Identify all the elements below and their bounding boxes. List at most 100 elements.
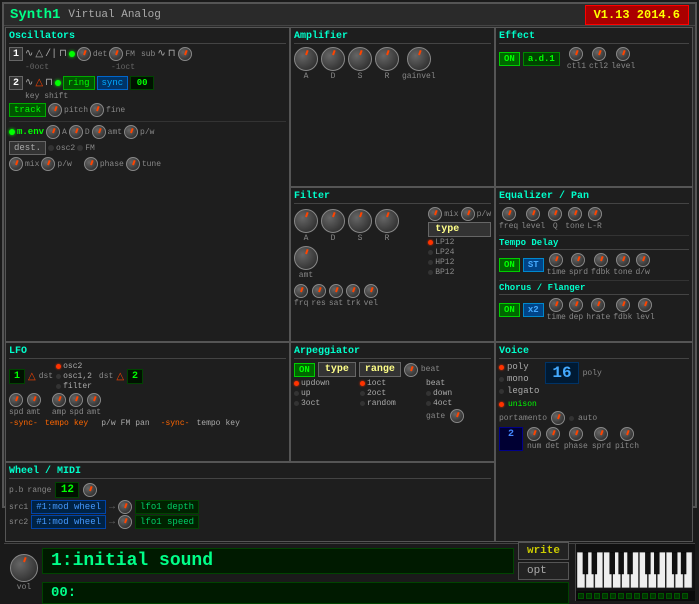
chorus-x2-btn[interactable]: x2	[523, 303, 544, 317]
tempo-dw-knob[interactable]	[636, 253, 650, 267]
tempo-tone-knob[interactable]	[616, 253, 630, 267]
piano-keys-svg[interactable]	[577, 552, 694, 590]
chorus-on-btn[interactable]: ON	[499, 303, 520, 317]
chorus-levl-knob[interactable]	[638, 298, 652, 312]
arp-range-btn[interactable]: range	[359, 362, 401, 377]
arp-random-opt[interactable]: random	[360, 399, 425, 408]
menv-a-knob[interactable]	[46, 125, 60, 139]
lfo2-amp-knob[interactable]	[52, 393, 66, 407]
opt-btn[interactable]: opt	[518, 562, 569, 580]
piano-keys-row[interactable]	[576, 544, 695, 591]
osc1-sub-wave-icon[interactable]: ∿	[157, 48, 165, 60]
patch-src1[interactable]: #1:mod wheel	[31, 500, 106, 514]
dest-btn[interactable]: dest.	[9, 141, 46, 155]
eq-tone-knob[interactable]	[568, 207, 582, 221]
eq-freq-knob[interactable]	[502, 207, 516, 221]
amp-d-knob[interactable]	[321, 47, 345, 71]
arp-beat-knob[interactable]	[404, 363, 418, 377]
arp-on-btn[interactable]: ON	[294, 363, 315, 377]
filter-lp24-item[interactable]: LP24	[428, 248, 491, 257]
arp-down-opt[interactable]: down	[426, 389, 491, 398]
arp-type-btn[interactable]: type	[318, 362, 356, 377]
lfo1-dst-osc12[interactable]: osc1,2	[56, 372, 92, 381]
menv-d-knob[interactable]	[69, 125, 83, 139]
tempo-fdbk-knob[interactable]	[594, 253, 608, 267]
osc2-sync-btn[interactable]: sync	[97, 76, 129, 90]
lfo1-dst-osc2[interactable]: osc2	[56, 362, 92, 371]
arp-3oct-opt[interactable]: 3oct	[294, 399, 359, 408]
tune-knob[interactable]	[126, 157, 140, 171]
osc1-sub-knob[interactable]	[178, 47, 192, 61]
eq-q-knob[interactable]	[548, 207, 562, 221]
osc-fine-knob[interactable]	[90, 103, 104, 117]
lfo1-spd-knob[interactable]	[9, 393, 23, 407]
menv-pw-knob[interactable]	[124, 125, 138, 139]
amp-gainvel-knob[interactable]	[407, 47, 431, 71]
tempo-sprd-knob[interactable]	[571, 253, 585, 267]
voice-portamento-knob[interactable]	[551, 411, 565, 425]
voice-mono-item[interactable]: mono	[499, 374, 539, 384]
tempo-on-btn[interactable]: ON	[499, 258, 520, 272]
lfo1-amt-knob[interactable]	[27, 393, 41, 407]
filter-bp12-item[interactable]: BP12	[428, 268, 491, 277]
chorus-dep-knob[interactable]	[569, 298, 583, 312]
amp-r-knob[interactable]	[375, 47, 399, 71]
chorus-time-knob[interactable]	[549, 298, 563, 312]
osc2-wave-sine-icon[interactable]: ∿	[25, 77, 33, 89]
voice-det-knob[interactable]	[546, 427, 560, 441]
eq-level-knob[interactable]	[526, 207, 540, 221]
amp-s-knob[interactable]	[348, 47, 372, 71]
osc1-det-knob[interactable]	[77, 47, 91, 61]
write-btn[interactable]: write	[518, 542, 569, 560]
vol-knob[interactable]	[10, 554, 38, 582]
chorus-fdbk-knob[interactable]	[616, 298, 630, 312]
patch-knob2[interactable]	[118, 515, 132, 529]
effect-ctl2-knob[interactable]	[592, 47, 606, 61]
lfo2-wave-tri-icon[interactable]: △	[116, 371, 124, 383]
voice-pitch-knob[interactable]	[620, 427, 634, 441]
patch-src2[interactable]: #1:mod wheel	[31, 515, 106, 529]
arp-updown-opt[interactable]: updown	[294, 379, 359, 388]
filter-sat-knob[interactable]	[329, 284, 343, 298]
filter-mix-knob[interactable]	[428, 207, 442, 221]
osc1-wave-sine-icon[interactable]: ∿	[25, 48, 33, 60]
tempo-time-knob[interactable]	[549, 253, 563, 267]
filter-s-knob[interactable]	[348, 209, 372, 233]
effect-on-btn[interactable]: ON	[499, 52, 520, 66]
amp-a-knob[interactable]	[294, 47, 318, 71]
osc1-sub-sq-icon[interactable]: ⊓	[168, 48, 176, 60]
osc1-wave-saw-icon[interactable]: /|	[45, 49, 57, 60]
lfo1-wave-tri-icon[interactable]: △	[28, 371, 36, 383]
effect-ctl1-knob[interactable]	[569, 47, 583, 61]
filter-type-btn[interactable]: type	[428, 222, 491, 237]
eq-lr-knob[interactable]	[588, 207, 602, 221]
osc1-wave-tri-icon[interactable]: △	[35, 48, 43, 60]
lfo2-amt-knob[interactable]	[87, 393, 101, 407]
osc-track-btn[interactable]: track	[9, 103, 46, 117]
filter-hp12-item[interactable]: HP12	[428, 258, 491, 267]
patch-dst1[interactable]: lfo1 depth	[135, 500, 199, 514]
osc1-wave-sq-icon[interactable]: ⊓	[59, 48, 67, 60]
arp-up-opt[interactable]: up	[294, 389, 359, 398]
arp-4oct-opt[interactable]: 4oct	[426, 399, 491, 408]
phase-knob[interactable]	[84, 157, 98, 171]
filter-pw-knob[interactable]	[461, 207, 475, 221]
arp-gate-knob[interactable]	[450, 409, 464, 423]
filter-vel-knob[interactable]	[364, 284, 378, 298]
voice-phase-knob[interactable]	[569, 427, 583, 441]
filter-lp12-item[interactable]: LP12	[428, 238, 491, 247]
filter-r-knob[interactable]	[375, 209, 399, 233]
arp-beat-opt[interactable]: beat	[426, 379, 491, 388]
menv-amt-knob[interactable]	[92, 125, 106, 139]
chorus-hrate-knob[interactable]	[591, 298, 605, 312]
patch-dst2[interactable]: lfo1 speed	[135, 515, 199, 529]
filter-trk-knob[interactable]	[346, 284, 360, 298]
osc2-wave-sq-icon[interactable]: ⊓	[45, 77, 53, 89]
effect-ad1-btn[interactable]: a.d.1	[523, 52, 560, 66]
lfo1-dst-filter[interactable]: filter	[56, 382, 92, 391]
osc2-wave-tri-icon[interactable]: △	[35, 77, 43, 89]
patch-knob1[interactable]	[118, 500, 132, 514]
voice-sprd-knob[interactable]	[594, 427, 608, 441]
osc1-fm-knob[interactable]	[109, 47, 123, 61]
arp-2oct-opt[interactable]: 2oct	[360, 389, 425, 398]
